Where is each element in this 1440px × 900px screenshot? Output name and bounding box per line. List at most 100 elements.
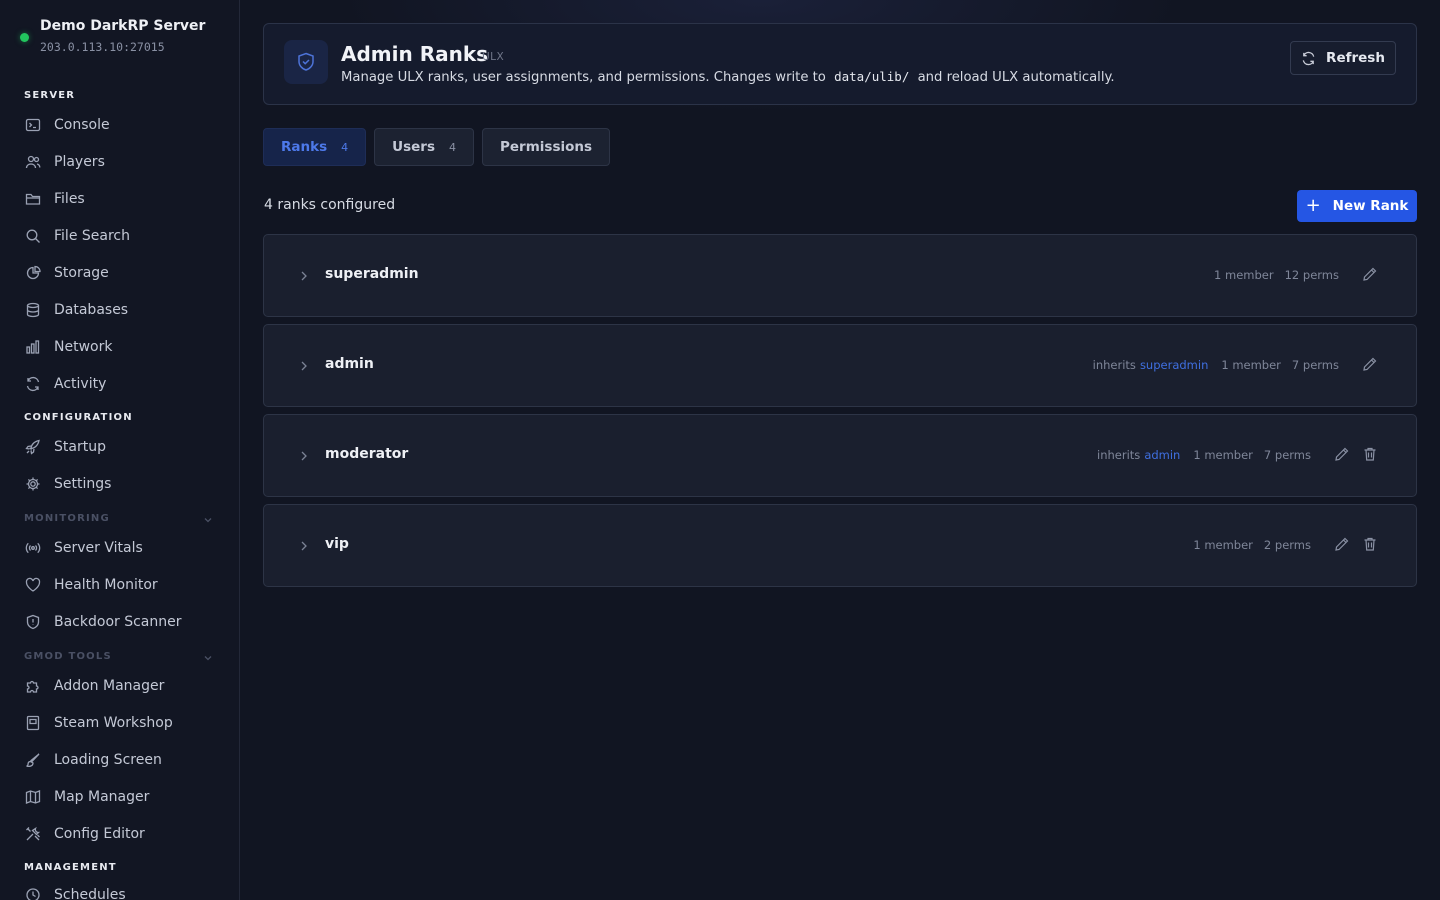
sidebar-item-label: Loading Screen (54, 752, 162, 768)
shield-icon (284, 40, 328, 84)
sidebar-item-schedules[interactable]: Schedules (24, 883, 126, 900)
sidebar-item-label: Startup (54, 439, 106, 455)
trash-icon[interactable] (1362, 536, 1378, 552)
chevron-right-icon[interactable] (298, 538, 310, 557)
new-rank-label: New Rank (1332, 198, 1409, 214)
rank-meta: 1 member 12 perms (1214, 268, 1339, 282)
sidebar-item-storage[interactable]: Storage (24, 261, 109, 285)
refresh-icon (1301, 51, 1316, 66)
sidebar-item-databases[interactable]: Databases (24, 298, 128, 322)
chevron-down-icon[interactable] (202, 649, 214, 668)
rank-members: 1 member (1214, 268, 1274, 282)
pencil-icon[interactable] (1362, 266, 1378, 282)
page-tag: ULX (482, 51, 505, 63)
rank-name: moderator (325, 446, 409, 462)
tab-label: Users (392, 139, 435, 155)
sidebar-item-label: Health Monitor (54, 577, 158, 593)
server-name: Demo DarkRP Server (40, 18, 206, 34)
sidebar-item-startup[interactable]: Startup (24, 435, 106, 459)
pencil-icon[interactable] (1334, 536, 1350, 552)
rank-name: admin (325, 356, 374, 372)
page-title: Admin Ranks (341, 42, 489, 66)
sidebar-item-label: Server Vitals (54, 540, 143, 556)
server-header[interactable]: Demo DarkRP Server 203.0.113.10:27015 (20, 17, 205, 54)
section-gmod-tools[interactable]: GMOD TOOLS (24, 651, 112, 662)
sidebar-item-players[interactable]: Players (24, 150, 105, 174)
tab-count: 4 (341, 140, 349, 154)
sidebar-item-label: Players (54, 154, 105, 170)
sidebar-item-loading-screen[interactable]: Loading Screen (24, 748, 162, 772)
broadcast-icon (24, 539, 42, 557)
chevron-right-icon[interactable] (298, 448, 310, 467)
sidebar-item-label: Activity (54, 376, 107, 392)
pie-chart-icon (24, 264, 42, 282)
puzzle-icon (24, 677, 42, 695)
tab-label: Permissions (500, 139, 593, 155)
rank-row-moderator[interactable]: moderator inherits admin 1 member 7 perm… (263, 414, 1417, 497)
sidebar-item-label: Network (54, 339, 113, 355)
sidebar-item-files[interactable]: Files (24, 187, 85, 211)
gear-icon (24, 475, 42, 493)
chevron-right-icon[interactable] (298, 358, 310, 377)
sidebar-item-activity[interactable]: Activity (24, 372, 106, 396)
sidebar-item-file-search[interactable]: File Search (24, 224, 130, 248)
sidebar-item-config-editor[interactable]: Config Editor (24, 822, 145, 846)
rank-name: vip (325, 536, 349, 552)
chevron-down-icon[interactable] (202, 511, 214, 530)
pencil-icon[interactable] (1334, 446, 1350, 462)
sidebar-item-network[interactable]: Network (24, 335, 112, 359)
database-icon (24, 301, 42, 319)
sidebar-item-addon-manager[interactable]: Addon Manager (24, 674, 164, 698)
tab-users[interactable]: Users 4 (374, 128, 474, 166)
inherits-label: inherits (1097, 448, 1141, 462)
sidebar-item-label: File Search (54, 228, 130, 244)
sidebar-item-label: Backdoor Scanner (54, 614, 182, 630)
chevron-right-icon[interactable] (298, 268, 310, 287)
ranks-summary: 4 ranks configured (264, 197, 396, 213)
rank-meta: inherits superadmin 1 member 7 perms (1093, 358, 1339, 372)
sidebar-item-settings[interactable]: Settings (24, 472, 111, 496)
sidebar-item-backdoor-scanner[interactable]: Backdoor Scanner (24, 610, 182, 634)
rank-perms: 12 perms (1284, 268, 1339, 282)
sidebar-item-map-manager[interactable]: Map Manager (24, 785, 149, 809)
rank-row-vip[interactable]: vip 1 member 2 perms (263, 504, 1417, 587)
new-rank-button[interactable]: + New Rank (1297, 190, 1417, 222)
search-icon (24, 227, 42, 245)
rank-members: 1 member (1221, 358, 1281, 372)
shield-icon (24, 613, 42, 631)
plus-icon: + (1305, 194, 1321, 216)
tab-ranks[interactable]: Ranks 4 (263, 128, 367, 166)
rank-row-admin[interactable]: admin inherits superadmin 1 member 7 per… (263, 324, 1417, 407)
refresh-button[interactable]: Refresh (1290, 41, 1396, 75)
main-content: Admin Ranks ULX Manage ULX ranks, user a… (241, 0, 1440, 900)
tab-permissions[interactable]: Permissions (482, 128, 611, 166)
folder-icon (24, 190, 42, 208)
sidebar-item-health-monitor[interactable]: Health Monitor (24, 573, 158, 597)
sidebar-item-label: Databases (54, 302, 129, 318)
sidebar-item-label: Config Editor (54, 826, 145, 842)
inherits-label: inherits (1092, 358, 1136, 372)
sidebar-item-server-vitals[interactable]: Server Vitals (24, 536, 143, 560)
map-icon (24, 788, 42, 806)
heart-icon (24, 576, 42, 594)
brush-icon (24, 751, 42, 769)
inherits-link[interactable]: admin (1144, 448, 1180, 462)
book-icon (24, 714, 42, 732)
trash-icon[interactable] (1362, 446, 1378, 462)
description-path: data/ulib/ (834, 69, 910, 84)
sidebar-item-label: Schedules (54, 887, 126, 900)
server-status-dot (20, 33, 29, 42)
description-text-end: and reload ULX automatically. (917, 70, 1115, 85)
page-description: Manage ULX ranks, user assignments, and … (341, 69, 1115, 85)
page-header: Admin Ranks ULX Manage ULX ranks, user a… (263, 23, 1417, 105)
sidebar-item-label: Settings (54, 476, 112, 492)
terminal-icon (24, 116, 42, 134)
sidebar-item-label: Map Manager (54, 789, 150, 805)
pencil-icon[interactable] (1362, 356, 1378, 372)
rank-row-superadmin[interactable]: superadmin 1 member 12 perms (263, 234, 1417, 317)
description-text: Manage ULX ranks, user assignments, and … (341, 70, 826, 85)
inherits-link[interactable]: superadmin (1140, 358, 1208, 372)
sidebar-item-steam-workshop[interactable]: Steam Workshop (24, 711, 173, 735)
sidebar-item-console[interactable]: Console (24, 113, 110, 137)
section-monitoring[interactable]: MONITORING (24, 513, 110, 524)
